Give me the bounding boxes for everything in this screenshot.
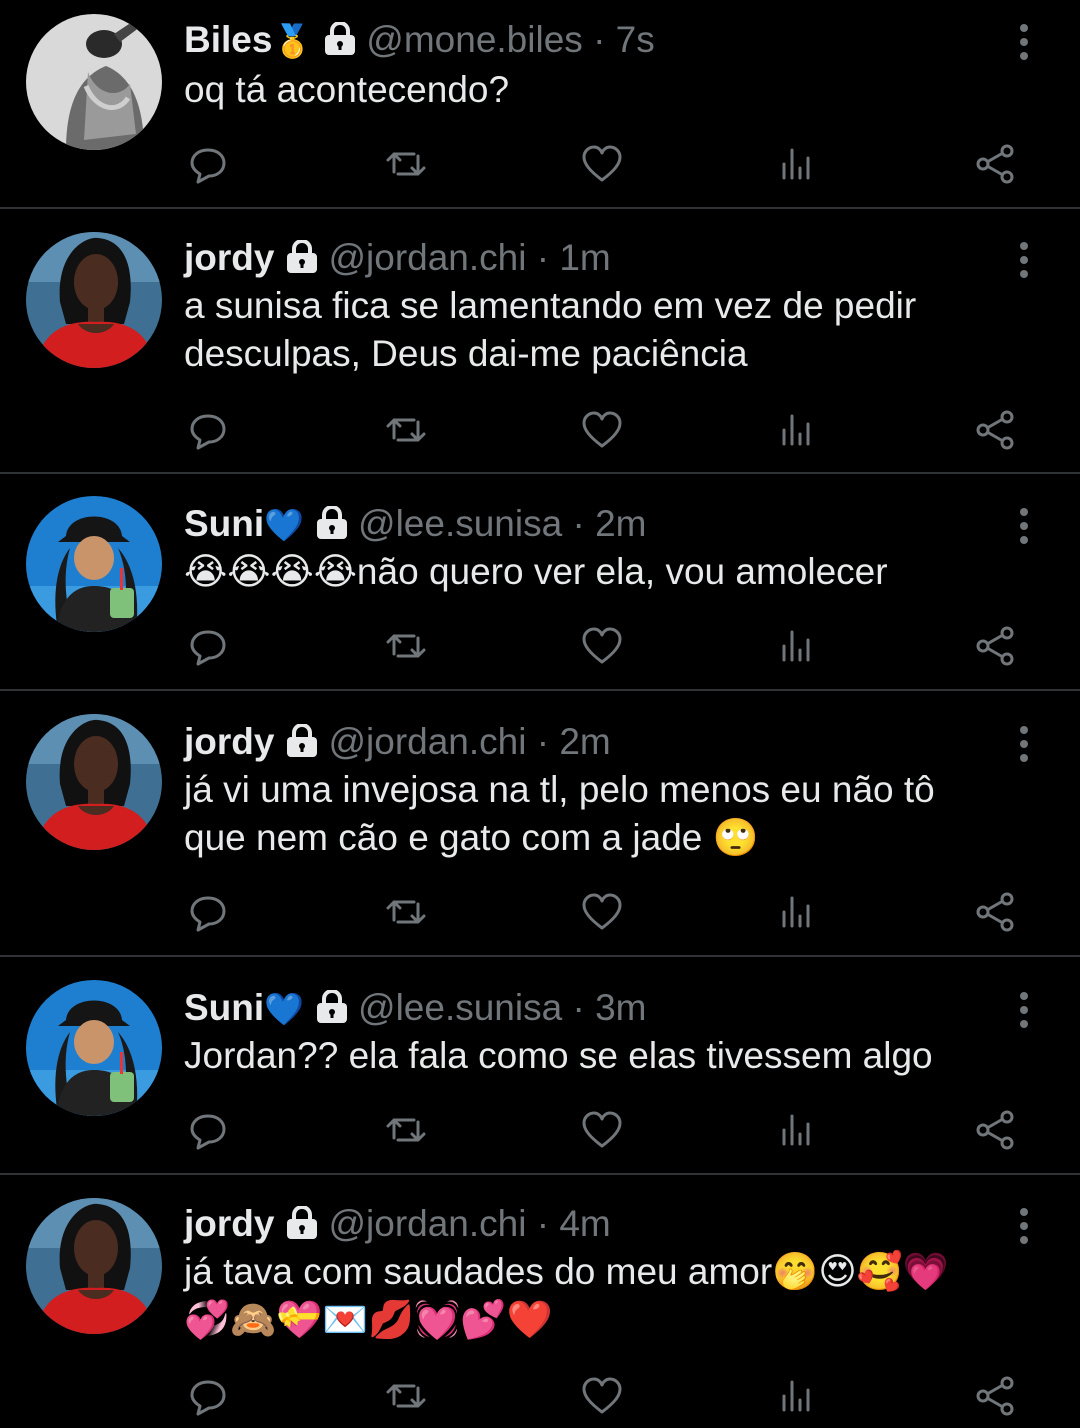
user-handle[interactable]: @lee.sunisa — [358, 503, 562, 544]
separator-dot: · — [536, 237, 550, 278]
more-options-icon[interactable] — [1012, 724, 1036, 764]
separator-dot: · — [572, 987, 585, 1028]
avatar[interactable] — [26, 1198, 162, 1334]
display-name[interactable]: Biles — [184, 19, 272, 60]
user-handle[interactable]: @jordan.chi — [328, 237, 526, 278]
reply-icon[interactable] — [186, 890, 230, 934]
reply-icon[interactable] — [186, 142, 230, 186]
like-icon[interactable] — [580, 408, 624, 452]
display-name[interactable]: Suni — [184, 987, 264, 1028]
tweet-header: Suni💙 @lee.sunisa · 2m — [184, 502, 1000, 550]
lock-icon — [284, 238, 320, 284]
divider — [0, 1173, 1080, 1175]
user-handle[interactable]: @lee.sunisa — [358, 987, 562, 1028]
reply-icon[interactable] — [186, 624, 230, 668]
timestamp[interactable]: 2m — [595, 503, 646, 544]
more-options-icon[interactable] — [1012, 990, 1036, 1030]
name-emoji-badge: 💙 — [264, 507, 305, 543]
share-icon[interactable] — [974, 142, 1018, 186]
share-icon[interactable] — [974, 890, 1018, 934]
share-icon[interactable] — [974, 408, 1018, 452]
more-options-icon[interactable] — [1012, 1206, 1036, 1246]
user-handle[interactable]: @jordan.chi — [328, 721, 526, 762]
separator-dot: · — [536, 1203, 550, 1244]
reply-icon[interactable] — [186, 1108, 230, 1152]
avatar[interactable] — [26, 14, 162, 150]
tweet-text: 😭😭😭😭não quero ver ela, vou amolecer — [184, 551, 888, 592]
reply-icon[interactable] — [186, 408, 230, 452]
avatar[interactable] — [26, 714, 162, 850]
more-options-icon[interactable] — [1012, 506, 1036, 546]
display-name[interactable]: jordy — [184, 237, 274, 278]
tweet-actions — [0, 890, 1080, 938]
views-icon[interactable] — [776, 624, 820, 668]
user-handle[interactable]: @jordan.chi — [328, 1203, 526, 1244]
like-icon[interactable] — [580, 890, 624, 934]
reply-icon[interactable] — [186, 1374, 230, 1418]
divider — [0, 207, 1080, 209]
tweet-text: oq tá acontecendo? — [184, 69, 510, 110]
more-options-icon[interactable] — [1012, 240, 1036, 280]
like-icon[interactable] — [580, 624, 624, 668]
share-icon[interactable] — [974, 624, 1018, 668]
retweet-icon[interactable] — [384, 624, 428, 668]
display-name[interactable]: jordy — [184, 721, 274, 762]
views-icon[interactable] — [776, 890, 820, 934]
views-icon[interactable] — [776, 1108, 820, 1152]
avatar[interactable] — [26, 232, 162, 368]
separator-dot: · — [593, 19, 606, 60]
name-emoji-badge: 💙 — [264, 991, 305, 1027]
lock-icon — [314, 988, 350, 1034]
timestamp[interactable]: 1m — [559, 237, 610, 278]
tweet-header: Biles🥇 @mone.biles · 7s — [184, 18, 1000, 66]
display-name[interactable]: jordy — [184, 1203, 274, 1244]
lock-icon — [314, 504, 350, 550]
views-icon[interactable] — [776, 408, 820, 452]
tweet-header: jordy @jordan.chi · 1m — [184, 236, 1000, 284]
timestamp[interactable]: 2m — [559, 721, 610, 762]
retweet-icon[interactable] — [384, 1108, 428, 1152]
tweet-text: a sunisa fica se lamentando em vez de pe… — [184, 285, 917, 374]
tweet-header: Suni💙 @lee.sunisa · 3m — [184, 986, 1000, 1034]
name-emoji-badge: 🥇 — [272, 23, 313, 59]
timestamp[interactable]: 3m — [595, 987, 646, 1028]
tweet-text: Jordan?? ela fala como se elas tivessem … — [184, 1035, 933, 1076]
tweet-text: já tava com saudades do meu amor🤭😍🥰💗 💞🙈💝… — [184, 1251, 949, 1340]
share-icon[interactable] — [974, 1108, 1018, 1152]
like-icon[interactable] — [580, 142, 624, 186]
retweet-icon[interactable] — [384, 142, 428, 186]
divider — [0, 955, 1080, 957]
avatar[interactable] — [26, 496, 162, 632]
divider — [0, 689, 1080, 691]
user-handle[interactable]: @mone.biles — [366, 19, 583, 60]
more-options-icon[interactable] — [1012, 22, 1036, 62]
like-icon[interactable] — [580, 1108, 624, 1152]
avatar[interactable] — [26, 980, 162, 1116]
tweet-header: jordy @jordan.chi · 2m — [184, 720, 1000, 768]
views-icon[interactable] — [776, 142, 820, 186]
timestamp[interactable]: 7s — [616, 19, 655, 60]
tweet-text: já vi uma invejosa na tl, pelo menos eu … — [184, 769, 935, 858]
tweet-actions — [0, 408, 1080, 456]
tweet-actions — [0, 142, 1080, 190]
retweet-icon[interactable] — [384, 1374, 428, 1418]
like-icon[interactable] — [580, 1374, 624, 1418]
lock-icon — [284, 722, 320, 768]
tweet-header: jordy @jordan.chi · 4m — [184, 1202, 1000, 1250]
tweet-actions — [0, 624, 1080, 672]
tweet-actions — [0, 1374, 1080, 1422]
retweet-icon[interactable] — [384, 408, 428, 452]
lock-icon — [284, 1204, 320, 1250]
divider — [0, 472, 1080, 474]
tweet-actions — [0, 1108, 1080, 1156]
retweet-icon[interactable] — [384, 890, 428, 934]
display-name[interactable]: Suni — [184, 503, 264, 544]
separator-dot: · — [536, 721, 550, 762]
timestamp[interactable]: 4m — [559, 1203, 610, 1244]
share-icon[interactable] — [974, 1374, 1018, 1418]
lock-icon — [322, 20, 358, 66]
views-icon[interactable] — [776, 1374, 820, 1418]
separator-dot: · — [572, 503, 585, 544]
